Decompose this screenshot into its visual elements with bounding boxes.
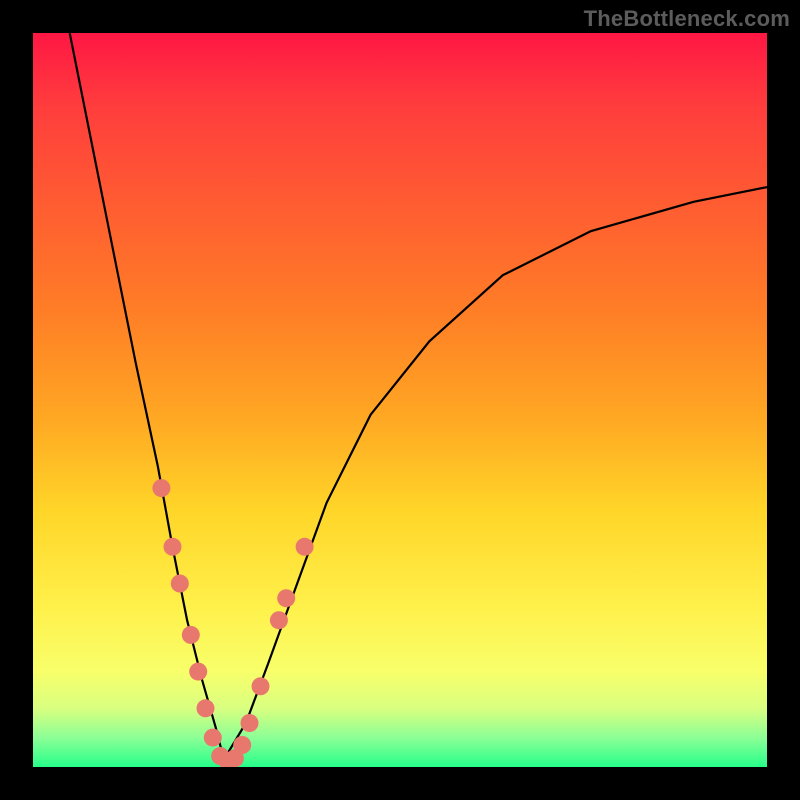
sample-dot <box>296 538 314 556</box>
sample-dot <box>204 729 222 747</box>
sample-dot <box>270 611 288 629</box>
sample-dot <box>164 538 182 556</box>
sample-dot <box>197 699 215 717</box>
watermark-text: TheBottleneck.com <box>584 6 790 32</box>
bottleneck-curve-left <box>70 33 224 760</box>
sample-dot <box>182 626 200 644</box>
sample-dot <box>152 479 170 497</box>
sample-dot <box>233 736 251 754</box>
plot-area <box>33 33 767 767</box>
chart-frame: TheBottleneck.com <box>0 0 800 800</box>
sampled-points <box>152 479 313 767</box>
sample-dot <box>241 714 259 732</box>
sample-dot <box>189 663 207 681</box>
sample-dot <box>252 677 270 695</box>
bottleneck-curve-right <box>224 187 767 760</box>
sample-dot <box>171 575 189 593</box>
sample-dot <box>277 589 295 607</box>
curve-layer <box>33 33 767 767</box>
